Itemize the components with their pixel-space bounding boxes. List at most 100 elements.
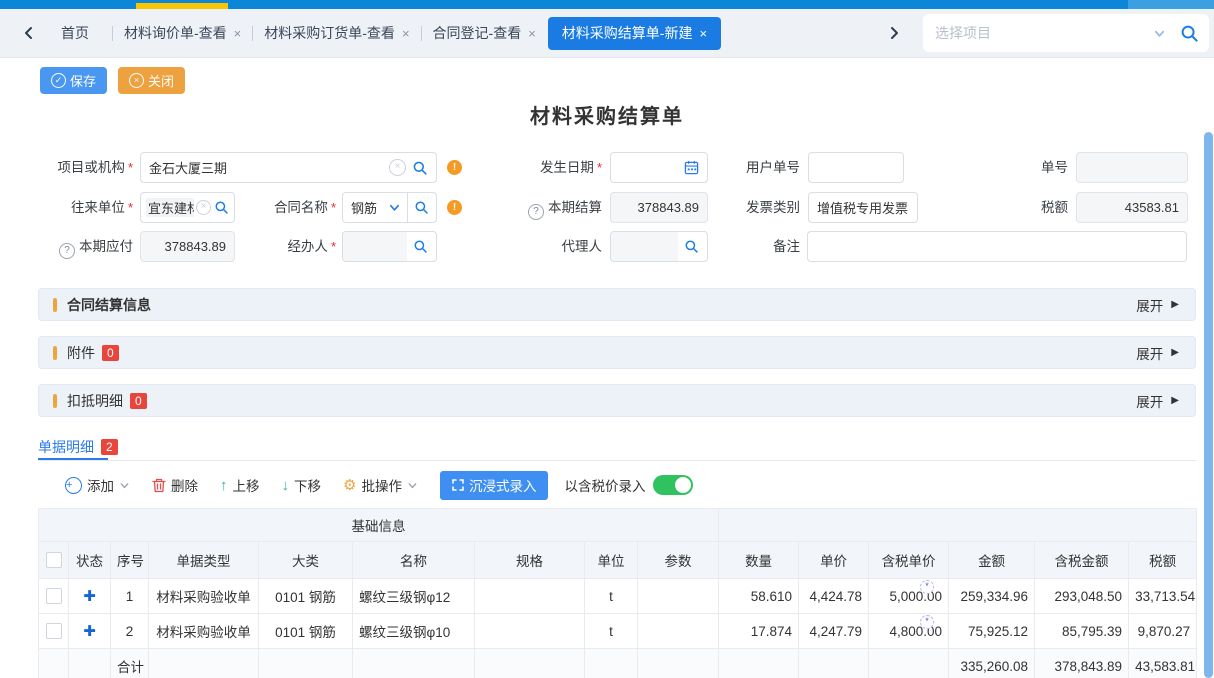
cell-qty: 17.874: [719, 614, 799, 649]
section-marker: [53, 394, 57, 408]
tab-separator: [112, 26, 113, 41]
expand-button[interactable]: 展开▶: [1136, 343, 1179, 363]
user-no-input[interactable]: [808, 152, 904, 183]
plus-circle-icon: +: [65, 477, 82, 494]
tab-document-detail[interactable]: 单据明细 2: [38, 437, 118, 457]
project-select-placeholder: 选择项目: [935, 23, 1153, 43]
modified-star-badge: *: [920, 580, 934, 594]
expand-button[interactable]: 展开▶: [1136, 295, 1179, 315]
search-icon[interactable]: [414, 200, 429, 215]
move-down-button[interactable]: ↓ 下移: [282, 475, 322, 495]
close-icon[interactable]: ×: [234, 26, 242, 41]
handler-input[interactable]: [342, 231, 437, 262]
save-button[interactable]: ✓保存: [40, 67, 107, 94]
column-header: 规格: [475, 542, 585, 579]
tab-contract-register[interactable]: 合同登记-查看×: [433, 23, 536, 43]
total-cell-cb: [39, 649, 69, 678]
row-status-plus-icon[interactable]: ✚: [83, 623, 96, 640]
row-checkbox[interactable]: [46, 588, 62, 604]
cell-price: 4,247.79: [799, 614, 869, 649]
help-icon[interactable]: ?: [528, 204, 544, 220]
cell-tax_amount: 293,048.50: [1035, 579, 1129, 614]
tax-label: 税额: [940, 192, 1068, 223]
cell-price: 4,424.78: [799, 579, 869, 614]
tab-purchase-order[interactable]: 材料采购订货单-查看×: [264, 23, 409, 43]
close-icon[interactable]: ×: [402, 26, 410, 41]
expand-button[interactable]: 展开▶: [1136, 391, 1179, 411]
section-attachments[interactable]: 附件 0 展开▶: [38, 336, 1196, 369]
payable-input: 378843.89: [140, 231, 235, 262]
help-icon[interactable]: ?: [59, 243, 75, 259]
close-icon[interactable]: ×: [528, 26, 536, 41]
clear-icon[interactable]: ×: [196, 200, 211, 215]
total-cell-taxprice: [869, 649, 949, 678]
search-icon[interactable]: [214, 200, 229, 215]
row-status-plus-icon[interactable]: ✚: [83, 588, 96, 605]
page-title: 材料采购结算单: [0, 100, 1214, 129]
project-input[interactable]: 金石大厦三期 ×: [140, 152, 437, 183]
row-checkbox[interactable]: [46, 623, 62, 639]
detail-table: 基础信息 状态序号单据类型大类名称规格单位参数数量单价含税单价金额含税金额税额 …: [38, 508, 1197, 678]
close-icon[interactable]: ×: [699, 26, 707, 41]
cell-param: [638, 614, 719, 649]
clear-icon[interactable]: ×: [389, 159, 406, 176]
check-circle-icon: ✓: [51, 73, 66, 88]
tab-settlement-new-active[interactable]: 材料采购结算单-新建×: [548, 17, 721, 50]
doc-no-input: [1076, 152, 1188, 183]
delete-button[interactable]: 删除: [152, 475, 198, 495]
tax-price-toggle-wrap: 以含税价录入: [564, 475, 693, 495]
chevron-down-icon: [119, 480, 130, 491]
chevron-down-icon[interactable]: [388, 201, 401, 214]
batch-operation-button[interactable]: ⚙ 批操作: [343, 475, 418, 495]
project-label: 项目或机构*: [0, 152, 133, 183]
cell-tax_amount: 85,795.39: [1035, 614, 1129, 649]
contract-select[interactable]: 钢筋: [342, 192, 437, 223]
vendor-input[interactable]: 宜东建材 ×: [140, 192, 235, 223]
search-icon[interactable]: [412, 160, 428, 176]
move-up-button[interactable]: ↑ 上移: [220, 475, 260, 495]
info-icon[interactable]: !: [447, 160, 462, 175]
section-deduction-detail[interactable]: 扣抵明细 0 展开▶: [38, 384, 1196, 417]
cell-tax: 9,870.27: [1129, 614, 1197, 649]
section-contract-settlement-info[interactable]: 合同结算信息 展开▶: [38, 288, 1196, 321]
tab-separator: [252, 26, 253, 41]
chevron-left-icon[interactable]: [22, 26, 36, 40]
deduction-count-badge: 0: [130, 393, 147, 409]
add-button[interactable]: + 添加: [65, 475, 130, 495]
toggle-label: 以含税价录入: [564, 475, 645, 495]
invoice-input[interactable]: 增值税专用发票|13: [808, 192, 918, 223]
column-header: [39, 542, 69, 579]
column-header: 单据类型: [149, 542, 259, 579]
doc-no-label: 单号: [940, 152, 1068, 183]
project-select[interactable]: 选择项目: [923, 14, 1209, 52]
table-group-header-row: 基础信息: [39, 509, 1197, 542]
divider: [38, 460, 1196, 461]
remark-label: 备注: [680, 231, 800, 262]
select-all-checkbox[interactable]: [46, 552, 62, 568]
chevron-right-icon[interactable]: [887, 26, 901, 40]
remark-input[interactable]: [807, 231, 1187, 262]
total-cell-spec: [475, 649, 585, 678]
table-row: ✚1材料采购验收单0101 钢筋螺纹三级钢φ12t58.6104,424.78*…: [39, 579, 1197, 614]
total-cell-type: [149, 649, 259, 678]
group-header-basic-info: 基础信息: [39, 509, 719, 542]
column-header: 金额: [949, 542, 1035, 579]
info-icon[interactable]: !: [447, 200, 462, 215]
table-total-row: 合计335,260.08378,843.8943,583.81: [39, 649, 1197, 678]
search-icon[interactable]: [413, 239, 428, 254]
close-button[interactable]: ×关闭: [118, 67, 185, 94]
total-cell-qty: [719, 649, 799, 678]
vertical-scrollbar[interactable]: [1204, 132, 1213, 678]
table-row: ✚2材料采购验收单0101 钢筋螺纹三级钢φ10t17.8744,247.79*…: [39, 614, 1197, 649]
tab-material-inquiry[interactable]: 材料询价单-查看×: [124, 23, 241, 43]
contract-label: 合同名称*: [230, 192, 336, 223]
chevron-down-icon: [407, 480, 418, 491]
section-marker: [53, 346, 57, 360]
search-icon[interactable]: [1180, 24, 1199, 43]
immersive-entry-button[interactable]: 沉浸式录入: [440, 471, 549, 500]
tab-home[interactable]: 首页: [61, 23, 89, 43]
nav-light-segment: [1128, 0, 1214, 9]
total-cell-seq: 合计: [111, 649, 149, 678]
arrow-down-icon: ↓: [282, 477, 290, 494]
tax-price-toggle[interactable]: [653, 475, 693, 495]
